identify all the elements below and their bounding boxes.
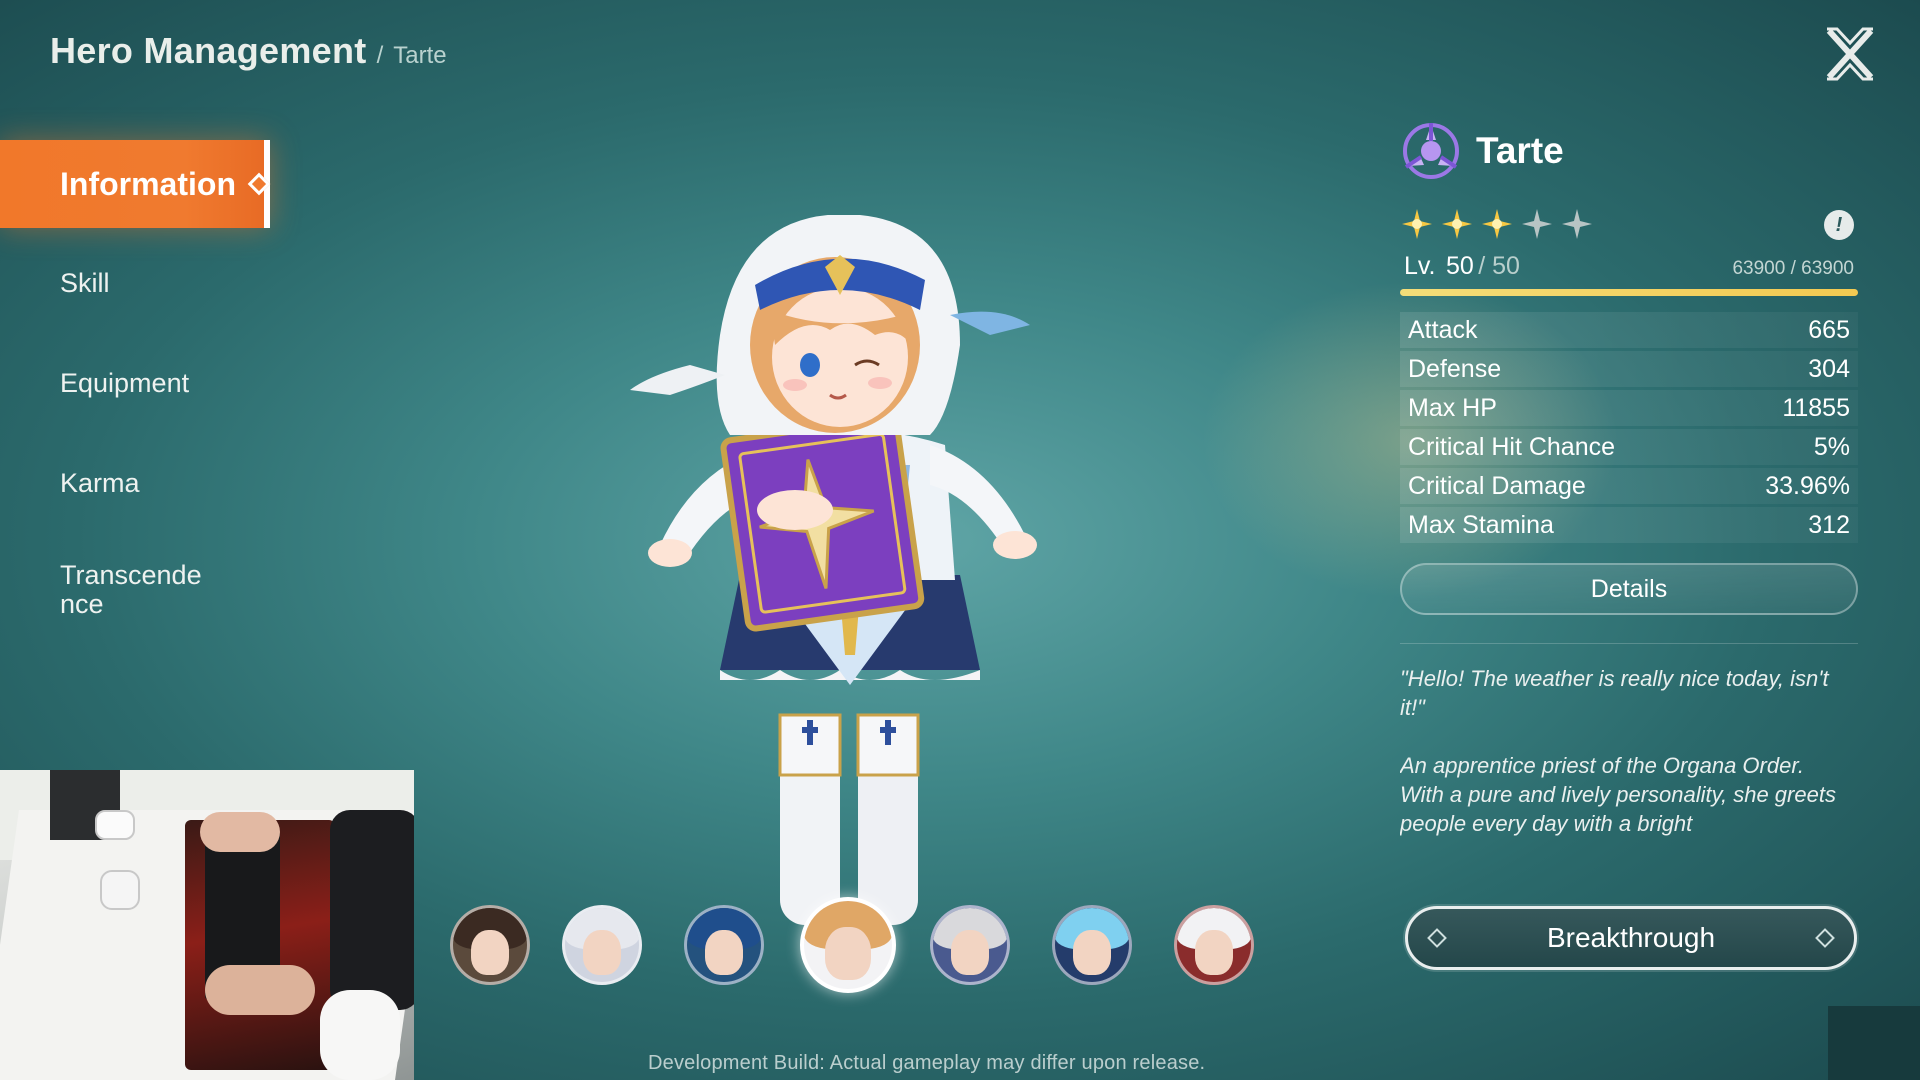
hero-portrait-1[interactable] — [450, 905, 530, 985]
diamond-left-icon — [1427, 928, 1447, 948]
webcam-cup — [320, 990, 400, 1080]
page-title: Hero Management — [50, 30, 367, 71]
page-header: Hero Management / Tarte — [50, 30, 447, 72]
star-empty-icon — [1522, 209, 1552, 239]
portrait-face — [950, 930, 990, 975]
dev-build-notice: Development Build: Actual gameplay may d… — [648, 1052, 1206, 1074]
nav-item-karma[interactable]: Karma — [0, 440, 270, 528]
portrait-face — [582, 930, 622, 975]
star-filled-icon — [1402, 209, 1432, 239]
stat-value: 5% — [1813, 432, 1850, 461]
stat-label: Max Stamina — [1408, 510, 1554, 539]
hero-info-panel: Tarte ! Lv. 50 / 50 63900 / 63900 Attack… — [1400, 120, 1858, 858]
portrait-face — [825, 927, 871, 981]
exp-bar-fill — [1400, 289, 1858, 296]
stat-value: 304 — [1808, 354, 1850, 383]
level-value: 50 — [1445, 252, 1474, 280]
portrait-face — [704, 930, 744, 975]
divider — [1400, 643, 1858, 644]
hero-description[interactable]: "Hello! The weather is really nice today… — [1400, 664, 1858, 858]
stat-row-max-hp: Max HP 11855 — [1400, 390, 1858, 426]
nav-item-label: Information — [60, 165, 236, 202]
nav-item-label: Karma — [60, 468, 140, 499]
class-emblem-icon — [1403, 123, 1459, 179]
hero-portrait-2[interactable] — [562, 905, 642, 985]
star-empty-icon — [1562, 209, 1592, 239]
stats-list: Attack 665 Defense 304 Max HP 11855 Crit… — [1400, 312, 1858, 543]
webcam-hand — [205, 965, 315, 1015]
nav-item-label: Transcende nce — [60, 559, 202, 619]
diamond-right-icon — [1815, 928, 1835, 948]
stat-label: Attack — [1408, 315, 1478, 344]
star-filled-icon — [1482, 209, 1512, 239]
close-icon — [1826, 27, 1874, 81]
level-max: / 50 — [1478, 252, 1520, 280]
star-rating: ! — [1400, 204, 1858, 244]
stat-label: Defense — [1408, 354, 1502, 383]
hero-name: Tarte — [1476, 130, 1564, 171]
exp-bar — [1400, 289, 1858, 296]
webcam-arm — [330, 810, 414, 1010]
webcam-overlay — [0, 770, 414, 1080]
webcam-hand — [200, 812, 280, 852]
breadcrumb-separator: / — [376, 42, 384, 69]
stat-row-attack: Attack 665 — [1400, 312, 1858, 348]
portrait-face — [1194, 930, 1234, 975]
corner-shade — [1828, 1006, 1920, 1080]
hero-portrait-5[interactable] — [930, 905, 1010, 985]
details-button[interactable]: Details — [1400, 563, 1858, 615]
hero-bio: An apprentice priest of the Organa Order… — [1400, 753, 1836, 836]
hero-portrait-3[interactable] — [684, 905, 764, 985]
stat-value: 665 — [1808, 315, 1850, 344]
breakthrough-label: Breakthrough — [1546, 922, 1716, 953]
portrait-face — [470, 930, 510, 975]
active-diamond-icon — [247, 172, 271, 196]
nav-item-skill[interactable]: Skill — [0, 240, 270, 328]
stat-row-max-stamina: Max Stamina 312 — [1400, 507, 1858, 543]
stat-value: 312 — [1808, 510, 1850, 539]
breakthrough-button[interactable]: Breakthrough — [1405, 906, 1857, 970]
stat-label: Critical Hit Chance — [1408, 432, 1616, 461]
side-nav: Information Skill Equipment Karma Transc… — [0, 140, 271, 652]
hero-name-row: Tarte — [1400, 120, 1858, 182]
portrait-face — [1072, 930, 1112, 975]
nav-item-equipment[interactable]: Equipment — [0, 340, 270, 428]
stat-value: 11855 — [1782, 393, 1850, 422]
webcam-controller — [100, 870, 140, 910]
hero-portrait-7[interactable] — [1174, 905, 1254, 985]
webcam-controller — [95, 810, 135, 840]
breadcrumb: Tarte — [393, 42, 447, 69]
nav-item-information[interactable]: Information — [0, 140, 271, 228]
stat-label: Critical Damage — [1408, 471, 1586, 500]
info-button[interactable]: ! — [1824, 210, 1854, 240]
stat-row-defense: Defense 304 — [1400, 351, 1858, 387]
stat-label: Max HP — [1408, 393, 1497, 422]
hero-model — [630, 215, 1037, 925]
stat-row-critical-damage: Critical Damage 33.96% — [1400, 468, 1858, 504]
star-filled-icon — [1442, 209, 1472, 239]
level-label: Lv. — [1404, 252, 1436, 280]
nav-item-label: Skill — [60, 268, 110, 299]
hero-quote: "Hello! The weather is really nice today… — [1400, 666, 1829, 720]
level-row: Lv. 50 / 50 63900 / 63900 — [1400, 252, 1858, 281]
nav-item-transcendence[interactable]: Transcende nce — [0, 540, 230, 640]
stat-value: 33.96% — [1765, 471, 1850, 500]
hero-portrait-6[interactable] — [1052, 905, 1132, 985]
hero-portrait-tarte[interactable] — [800, 897, 896, 993]
exp-text: 63900 / 63900 — [1732, 258, 1854, 279]
nav-item-label: Equipment — [60, 368, 190, 399]
close-button[interactable] — [1822, 26, 1878, 82]
stat-row-critical-hit-chance: Critical Hit Chance 5% — [1400, 429, 1858, 465]
